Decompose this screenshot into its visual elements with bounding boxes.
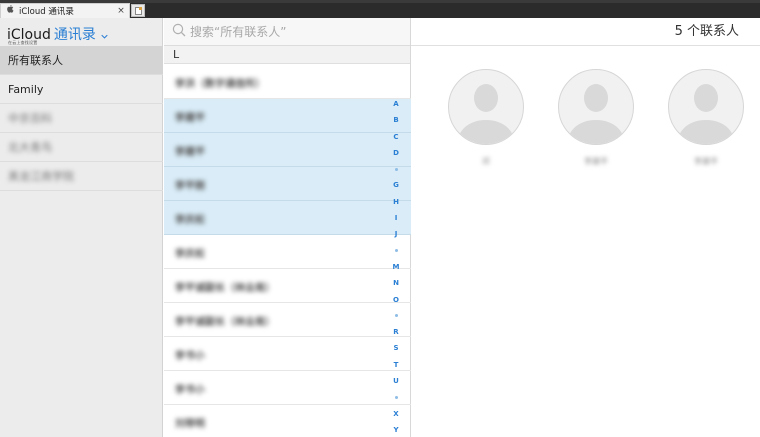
contact-row-selected[interactable]: 李庆松 xyxy=(164,201,411,235)
contact-name: 李书小 xyxy=(175,351,205,362)
avatar-placeholder-icon xyxy=(448,69,524,145)
group-item-label: Family xyxy=(8,83,44,96)
index-letter-o[interactable]: O xyxy=(389,292,403,308)
new-tab-icon xyxy=(134,6,142,15)
group-item-label: 北大青鸟 xyxy=(8,141,52,154)
detail-pane: 5 个联系人 邓 李建平 李建平 xyxy=(411,18,760,437)
dot-icon xyxy=(394,167,398,171)
contact-row[interactable]: 李书小 xyxy=(164,337,411,371)
search-bar[interactable] xyxy=(164,18,410,46)
selected-count: 5 个联系人 xyxy=(411,18,760,46)
group-item-all-contacts[interactable]: 所有联系人 xyxy=(0,46,163,75)
group-list: 所有联系人 Family 中京百科 北大青鸟 黑龙江商学院 xyxy=(0,46,163,191)
group-item[interactable]: 黑龙江商学院 xyxy=(0,162,163,191)
index-separator-dot[interactable] xyxy=(389,161,403,177)
browser-tab[interactable]: iCloud 通讯录 × xyxy=(0,3,130,18)
contact-row[interactable]: 刘带明 xyxy=(164,405,411,437)
index-letter-h[interactable]: H xyxy=(389,194,403,210)
index-separator-dot[interactable] xyxy=(389,308,403,324)
contact-row[interactable]: 李书小 xyxy=(164,371,411,405)
index-letter-y[interactable]: Y xyxy=(389,422,403,437)
contact-card[interactable]: 李建平 xyxy=(557,68,635,167)
tab-close-icon[interactable]: × xyxy=(116,6,126,16)
contact-list-column: L 李洪（数字通信所） 李建平 李建平 李平刚 李庆松 李庆松 李平诚副长（林业… xyxy=(164,18,411,437)
dot-icon xyxy=(394,314,398,318)
dot-icon xyxy=(394,395,398,399)
index-letter-s[interactable]: S xyxy=(389,340,403,356)
group-item[interactable]: 北大青鸟 xyxy=(0,133,163,162)
group-item-label: 黑龙江商学院 xyxy=(8,170,74,183)
app-name-label[interactable]: 通讯录 xyxy=(54,27,96,43)
index-letter-b[interactable]: B xyxy=(389,112,403,128)
contact-row[interactable]: 李平诚副长（林业局） xyxy=(164,303,411,337)
contact-rows: 李洪（数字通信所） 李建平 李建平 李平刚 李庆松 李庆松 李平诚副长（林业局）… xyxy=(164,65,411,437)
contact-name: 李洪（数字通信所） xyxy=(175,79,265,90)
chevron-down-icon[interactable] xyxy=(98,32,108,42)
index-letter-c[interactable]: C xyxy=(389,129,403,145)
alphabet-index[interactable]: A B C D G H I J M N O R S T U X Y xyxy=(389,96,403,437)
contact-card-name: 邓 xyxy=(482,157,490,166)
contact-name: 李庆松 xyxy=(175,249,205,260)
index-letter-u[interactable]: U xyxy=(389,373,403,389)
contact-row-selected[interactable]: 李建平 xyxy=(164,99,411,133)
index-separator-dot[interactable] xyxy=(389,243,403,259)
browser-tab-title: iCloud 通讯录 xyxy=(19,7,74,17)
contact-row[interactable]: 李洪（数字通信所） xyxy=(164,65,411,99)
browser-tab-bar: iCloud 通讯录 × xyxy=(0,0,760,18)
contact-name: 李平诚副长（林业局） xyxy=(175,317,275,328)
contact-name: 李庆松 xyxy=(175,215,205,226)
contact-name: 李建平 xyxy=(175,147,205,158)
index-letter-g[interactable]: G xyxy=(389,177,403,193)
index-letter-r[interactable]: R xyxy=(389,324,403,340)
contact-row[interactable]: 李庆松 xyxy=(164,235,411,269)
index-letter-j[interactable]: J xyxy=(389,226,403,242)
contact-card-name: 李建平 xyxy=(694,157,718,166)
contact-row[interactable]: 李平诚副长（林业局） xyxy=(164,269,411,303)
search-input[interactable] xyxy=(190,24,390,39)
contact-name: 刘带明 xyxy=(175,419,205,430)
index-letter-t[interactable]: T xyxy=(389,357,403,373)
avatar-placeholder-icon xyxy=(558,69,634,145)
group-item-family[interactable]: Family xyxy=(0,75,163,104)
search-icon xyxy=(172,22,186,41)
index-letter-i[interactable]: I xyxy=(389,210,403,226)
group-item[interactable]: 中京百科 xyxy=(0,104,163,133)
contact-card[interactable]: 李建平 xyxy=(667,68,745,167)
new-tab-button[interactable] xyxy=(131,4,145,17)
contact-name: 李平诚副长（林业局） xyxy=(175,283,275,294)
index-letter-m[interactable]: M xyxy=(389,259,403,275)
index-separator-dot[interactable] xyxy=(389,389,403,405)
groups-sidebar: iCloud 通讯录 在云上查找设置 所有联系人 Family 中京百科 北大青鸟… xyxy=(0,18,163,437)
group-item-label: 中京百科 xyxy=(8,112,52,125)
contact-row-selected[interactable]: 李建平 xyxy=(164,133,411,167)
contact-name: 李书小 xyxy=(175,385,205,396)
section-header: L xyxy=(164,46,410,64)
index-letter-n[interactable]: N xyxy=(389,275,403,291)
contact-name: 李平刚 xyxy=(175,181,205,192)
contact-name: 李建平 xyxy=(175,113,205,124)
apple-logo-icon xyxy=(4,5,16,17)
index-letter-a[interactable]: A xyxy=(389,96,403,112)
app-brand[interactable]: iCloud 通讯录 在云上查找设置 xyxy=(0,18,162,46)
contact-card[interactable]: 邓 xyxy=(447,68,525,167)
group-item-label: 所有联系人 xyxy=(8,54,63,67)
avatar-placeholder-icon xyxy=(668,69,744,145)
index-letter-d[interactable]: D xyxy=(389,145,403,161)
index-letter-x[interactable]: X xyxy=(389,406,403,422)
contact-row-selected[interactable]: 李平刚 xyxy=(164,167,411,201)
dot-icon xyxy=(394,249,398,253)
contact-card-name: 李建平 xyxy=(584,157,608,166)
